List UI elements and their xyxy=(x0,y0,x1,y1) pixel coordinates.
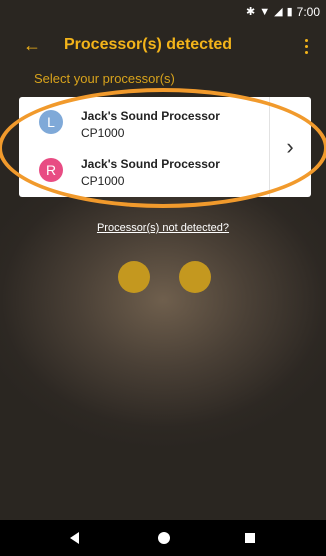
processor-item-left: L Jack's Sound Processor CP1000 xyxy=(19,97,269,147)
processor-name: Jack's Sound Processor xyxy=(81,157,220,171)
signal-icon: ◢ xyxy=(274,5,283,18)
status-bar: ✱ ▼ ◢ ▮ 7:00 xyxy=(0,0,326,24)
bluetooth-icon: ✱ xyxy=(246,5,256,18)
app-bar: ← Processor(s) detected xyxy=(0,26,326,66)
app-screen: ✱ ▼ ◢ ▮ 7:00 ← Processor(s) detected Sel… xyxy=(0,0,326,556)
avatar-right: R xyxy=(39,158,63,182)
avatar-left: L xyxy=(39,110,63,134)
nav-back-icon[interactable] xyxy=(70,532,79,544)
navigation-bar xyxy=(0,520,326,556)
battery-icon: ▮ xyxy=(286,5,293,18)
searching-dot xyxy=(118,261,150,293)
processor-name: Jack's Sound Processor xyxy=(81,109,220,123)
not-detected-link[interactable]: Processor(s) not detected? xyxy=(0,222,326,234)
searching-dot xyxy=(179,261,211,293)
status-time: 7:00 xyxy=(296,5,320,19)
more-vert-icon[interactable] xyxy=(298,35,314,57)
nav-home-icon[interactable] xyxy=(158,532,170,544)
page-title: Processor(s) detected xyxy=(64,36,233,53)
processor-card[interactable]: L Jack's Sound Processor CP1000 R Jack's… xyxy=(19,97,311,197)
nav-recent-icon[interactable] xyxy=(245,533,255,543)
processor-model: CP1000 xyxy=(81,174,125,188)
arrow-left-icon[interactable]: ← xyxy=(20,33,44,57)
processor-model: CP1000 xyxy=(81,126,125,140)
wifi-icon: ▼ xyxy=(259,5,271,18)
select-processors-label: Select your processor(s) xyxy=(34,71,175,86)
processor-item-right: R Jack's Sound Processor CP1000 xyxy=(19,145,269,195)
chevron-right-icon[interactable]: › xyxy=(269,97,311,197)
